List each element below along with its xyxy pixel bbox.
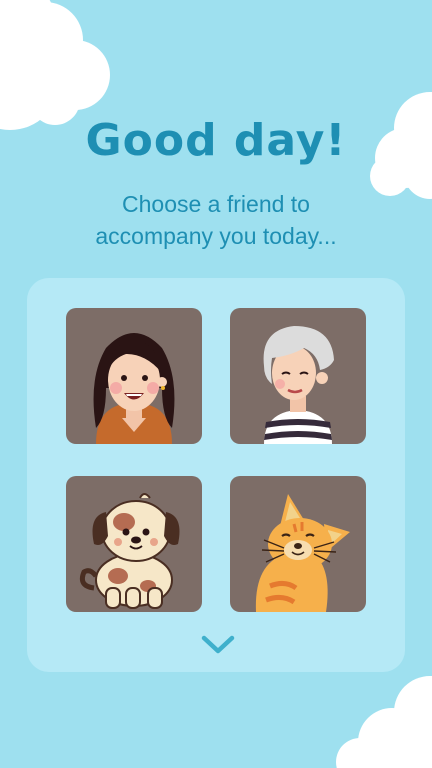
friend-option-cat[interactable]: [230, 476, 366, 612]
girl-avatar-icon: [93, 333, 175, 444]
dog-avatar-icon: [79, 493, 180, 609]
cat-avatar-icon: [255, 494, 350, 612]
chevron-down-icon[interactable]: [198, 630, 238, 658]
greeting-subtitle: Choose a friend to accompany you today..…: [0, 188, 432, 252]
friend-option-dog[interactable]: [66, 476, 202, 612]
friend-option-girl[interactable]: [66, 308, 202, 444]
friend-option-grandma[interactable]: [230, 308, 366, 444]
subtitle-line-1: Choose a friend to: [122, 191, 310, 217]
grandma-avatar-icon: [263, 326, 334, 444]
cloud-bottom-right: [336, 676, 432, 768]
subtitle-line-2: accompany you today...: [95, 223, 337, 249]
greeting-title: Good day!: [85, 115, 347, 166]
